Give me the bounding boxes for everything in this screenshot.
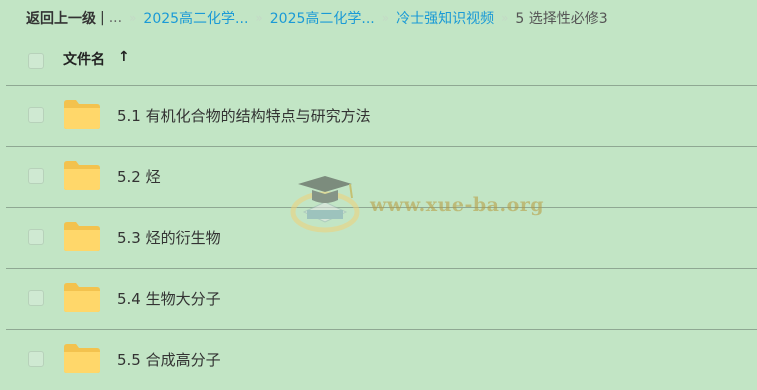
folder-icon	[64, 100, 100, 129]
row-checkbox[interactable]	[28, 351, 44, 367]
folder-name[interactable]: 5.3 烃的衍生物	[117, 227, 221, 248]
breadcrumb-link[interactable]: 2025高二化学...	[143, 8, 248, 28]
table-header: 文件名 ↑	[0, 46, 757, 76]
table-row[interactable]: 5.1 有机化合物的结构特点与研究方法	[0, 85, 757, 146]
breadcrumb-bar-separator: |	[100, 10, 105, 26]
breadcrumb-current: 5 选择性必修3	[515, 11, 608, 27]
breadcrumb-separator-icon: »	[381, 11, 390, 25]
breadcrumb-link[interactable]: 2025高二化学...	[270, 8, 375, 28]
table-row[interactable]: 5.4 生物大分子	[0, 268, 757, 329]
row-checkbox[interactable]	[28, 290, 44, 306]
breadcrumb: 返回上一级 | ... » 2025高二化学... » 2025高二化学... …	[26, 8, 608, 28]
select-all-checkbox[interactable]	[28, 53, 44, 69]
back-link[interactable]: 返回上一级	[26, 8, 96, 28]
breadcrumb-separator-icon: »	[129, 11, 137, 25]
folder-name[interactable]: 5.4 生物大分子	[117, 288, 221, 309]
breadcrumb-separator-icon: »	[255, 11, 263, 25]
folder-name[interactable]: 5.5 合成高分子	[117, 349, 221, 370]
watermark-text: www.xue-ba.org	[370, 194, 545, 216]
watermark: www.xue-ba.org	[290, 172, 550, 242]
row-checkbox[interactable]	[28, 107, 44, 123]
folder-icon	[64, 283, 100, 312]
breadcrumb-link[interactable]: 冷士强知识视频	[396, 8, 494, 28]
column-header-filename[interactable]: 文件名	[63, 49, 105, 69]
folder-icon	[64, 344, 100, 373]
table-row[interactable]: 5.5 合成高分子	[0, 329, 757, 390]
folder-icon	[64, 161, 100, 190]
row-checkbox[interactable]	[28, 168, 44, 184]
breadcrumb-separator-icon: »	[501, 11, 509, 25]
row-checkbox[interactable]	[28, 229, 44, 245]
breadcrumb-ellipsis[interactable]: ...	[109, 10, 122, 26]
graduation-cap-icon	[290, 176, 360, 233]
folder-icon	[64, 222, 100, 251]
folder-name[interactable]: 5.2 烃	[117, 166, 161, 187]
sort-ascending-icon[interactable]: ↑	[118, 49, 130, 65]
folder-name[interactable]: 5.1 有机化合物的结构特点与研究方法	[117, 105, 371, 126]
